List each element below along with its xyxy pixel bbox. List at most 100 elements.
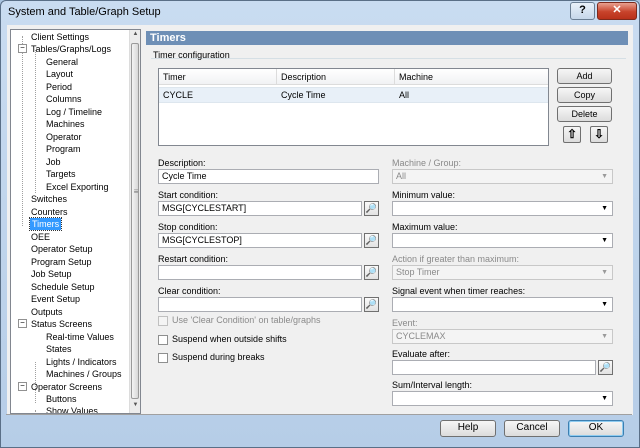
evaluate-after-picker-button[interactable]: 🔎 (598, 360, 613, 375)
tree-item-job[interactable]: Job (46, 156, 61, 168)
tree-item-real-time-values[interactable]: Real-time Values (46, 331, 114, 343)
tree-item-show-values[interactable]: Show Values (46, 405, 98, 413)
restart-condition-input[interactable] (158, 265, 362, 280)
tree-item-general[interactable]: General (46, 56, 78, 68)
chevron-down-icon: ▼ (601, 173, 608, 180)
restart-condition-picker-button[interactable]: 🔎 (364, 265, 379, 280)
tree-scrollbar[interactable]: ▲ ≡ ▼ (129, 30, 140, 413)
help-button[interactable]: Help (440, 420, 496, 437)
stop-condition-label: Stop condition: (158, 222, 218, 232)
chevron-down-icon: ▼ (601, 205, 608, 212)
copy-button[interactable]: Copy (557, 87, 612, 103)
window-title: System and Table/Graph Setup (8, 6, 161, 18)
start-condition-picker-button[interactable]: 🔎 (364, 201, 379, 216)
help-title-button[interactable]: ? (570, 2, 595, 20)
tree-item-layout[interactable]: Layout (46, 68, 73, 80)
delete-button[interactable]: Delete (557, 106, 612, 122)
collapse-toggle[interactable]: − (18, 44, 27, 53)
chevron-down-icon: ▼ (601, 333, 608, 340)
column-header-timer[interactable]: Timer (159, 69, 277, 85)
tree-item-columns[interactable]: Columns (46, 93, 82, 105)
tree-item-schedule-setup[interactable]: Schedule Setup (31, 281, 95, 293)
stop-condition-input[interactable]: MSG[CYCLESTOP] (158, 233, 362, 248)
clear-condition-picker-button[interactable]: 🔎 (364, 297, 379, 312)
tree-item-program-setup[interactable]: Program Setup (31, 256, 92, 268)
move-down-button[interactable]: ⇩ (590, 126, 608, 143)
maximum-value-label: Maximum value: (392, 222, 458, 232)
tree-item-machines-groups[interactable]: Machines / Groups (46, 368, 122, 380)
minimum-value-select[interactable]: ▼ (392, 201, 613, 216)
tree-item-counters[interactable]: Counters (31, 206, 68, 218)
table-row[interactable] (159, 87, 548, 103)
tree-item-operator-screens[interactable]: Operator Screens (31, 381, 102, 393)
chevron-down-icon: ▼ (601, 269, 608, 276)
tree-item-event-setup[interactable]: Event Setup (31, 293, 80, 305)
use-clear-condition-checkbox[interactable] (158, 316, 168, 326)
maximum-value-select[interactable]: ▼ (392, 233, 613, 248)
minus-icon: − (20, 381, 25, 390)
machine-group-select[interactable]: All ▼ (392, 169, 613, 184)
add-button[interactable]: Add (557, 68, 612, 84)
tree-item-job-setup[interactable]: Job Setup (31, 268, 72, 280)
tree-item-timers[interactable]: Timers (28, 217, 63, 231)
column-header-machine[interactable]: Machine (395, 69, 548, 85)
tree-item-period[interactable]: Period (46, 81, 72, 93)
grip-icon: ≡ (133, 187, 139, 196)
arrow-down-icon: ⇩ (593, 127, 605, 141)
footer-divider (6, 414, 632, 415)
tree-item-machines[interactable]: Machines (46, 118, 85, 130)
suspend-during-breaks-checkbox[interactable] (158, 353, 168, 363)
description-input[interactable]: Cycle Time (158, 169, 379, 184)
move-up-button[interactable]: ⇧ (563, 126, 581, 143)
settings-tree: Client Settings − Tables/Graphs/Logs Gen… (10, 29, 141, 414)
chevron-down-icon: ▼ (601, 237, 608, 244)
suspend-outside-shifts-checkbox[interactable] (158, 335, 168, 345)
collapse-toggle[interactable]: − (18, 382, 27, 391)
clear-condition-input[interactable] (158, 297, 362, 312)
column-header-description[interactable]: Description (277, 69, 395, 85)
action-label: Action if greater than maximum: (392, 254, 520, 264)
evaluate-after-input[interactable] (392, 360, 596, 375)
tree-item-operator[interactable]: Operator (46, 131, 82, 143)
tree-item-log-timeline[interactable]: Log / Timeline (46, 106, 102, 118)
event-select[interactable]: CYCLEMAX ▼ (392, 329, 613, 344)
tree-item-tables-graphs-logs[interactable]: Tables/Graphs/Logs (31, 43, 111, 55)
tree-item-states[interactable]: States (46, 343, 72, 355)
close-title-button[interactable]: ✕ (597, 2, 637, 20)
ok-button[interactable]: OK (568, 420, 624, 437)
tree-item-outputs[interactable]: Outputs (31, 306, 63, 318)
close-icon: ✕ (612, 4, 622, 16)
tree-item-lights-indicators[interactable]: Lights / Indicators (46, 356, 117, 368)
action-select[interactable]: Stop Timer ▼ (392, 265, 613, 280)
table-cell: All (399, 90, 410, 100)
search-icon: 🔎 (365, 267, 378, 277)
cancel-button[interactable]: Cancel (504, 420, 560, 437)
scroll-down-icon[interactable]: ▼ (131, 402, 140, 412)
question-icon: ? (579, 4, 586, 16)
title-bar[interactable]: System and Table/Graph Setup ? ✕ (1, 1, 639, 25)
tree-item-status-screens[interactable]: Status Screens (31, 318, 92, 330)
start-condition-input[interactable]: MSG[CYCLESTART] (158, 201, 362, 216)
collapse-toggle[interactable]: − (18, 319, 27, 328)
search-icon: 🔎 (365, 299, 378, 309)
tree-item-switches[interactable]: Switches (31, 193, 67, 205)
sum-interval-select[interactable]: ▼ (392, 391, 613, 406)
section-header: Timers (146, 31, 628, 45)
timer-table[interactable]: Timer Description Machine CYCLE Cycle Ti… (158, 68, 549, 146)
tree-item-operator-setup[interactable]: Operator Setup (31, 243, 93, 255)
suspend-during-breaks-label: Suspend during breaks (172, 352, 265, 362)
action-value: Stop Timer (396, 267, 440, 277)
chevron-down-icon: ▼ (601, 301, 608, 308)
tree-item-client-settings[interactable]: Client Settings (31, 31, 89, 43)
tree-item-buttons[interactable]: Buttons (46, 393, 77, 405)
tree-item-targets[interactable]: Targets (46, 168, 76, 180)
chevron-down-icon: ▼ (601, 395, 608, 402)
scroll-thumb[interactable]: ≡ (131, 43, 139, 399)
tree-item-program[interactable]: Program (46, 143, 81, 155)
tree-item-excel-exporting[interactable]: Excel Exporting (46, 181, 109, 193)
scroll-up-icon[interactable]: ▲ (131, 31, 140, 41)
tree-item-oee[interactable]: OEE (31, 231, 50, 243)
evaluate-after-label: Evaluate after: (392, 349, 451, 359)
signal-event-select[interactable]: ▼ (392, 297, 613, 312)
stop-condition-picker-button[interactable]: 🔎 (364, 233, 379, 248)
